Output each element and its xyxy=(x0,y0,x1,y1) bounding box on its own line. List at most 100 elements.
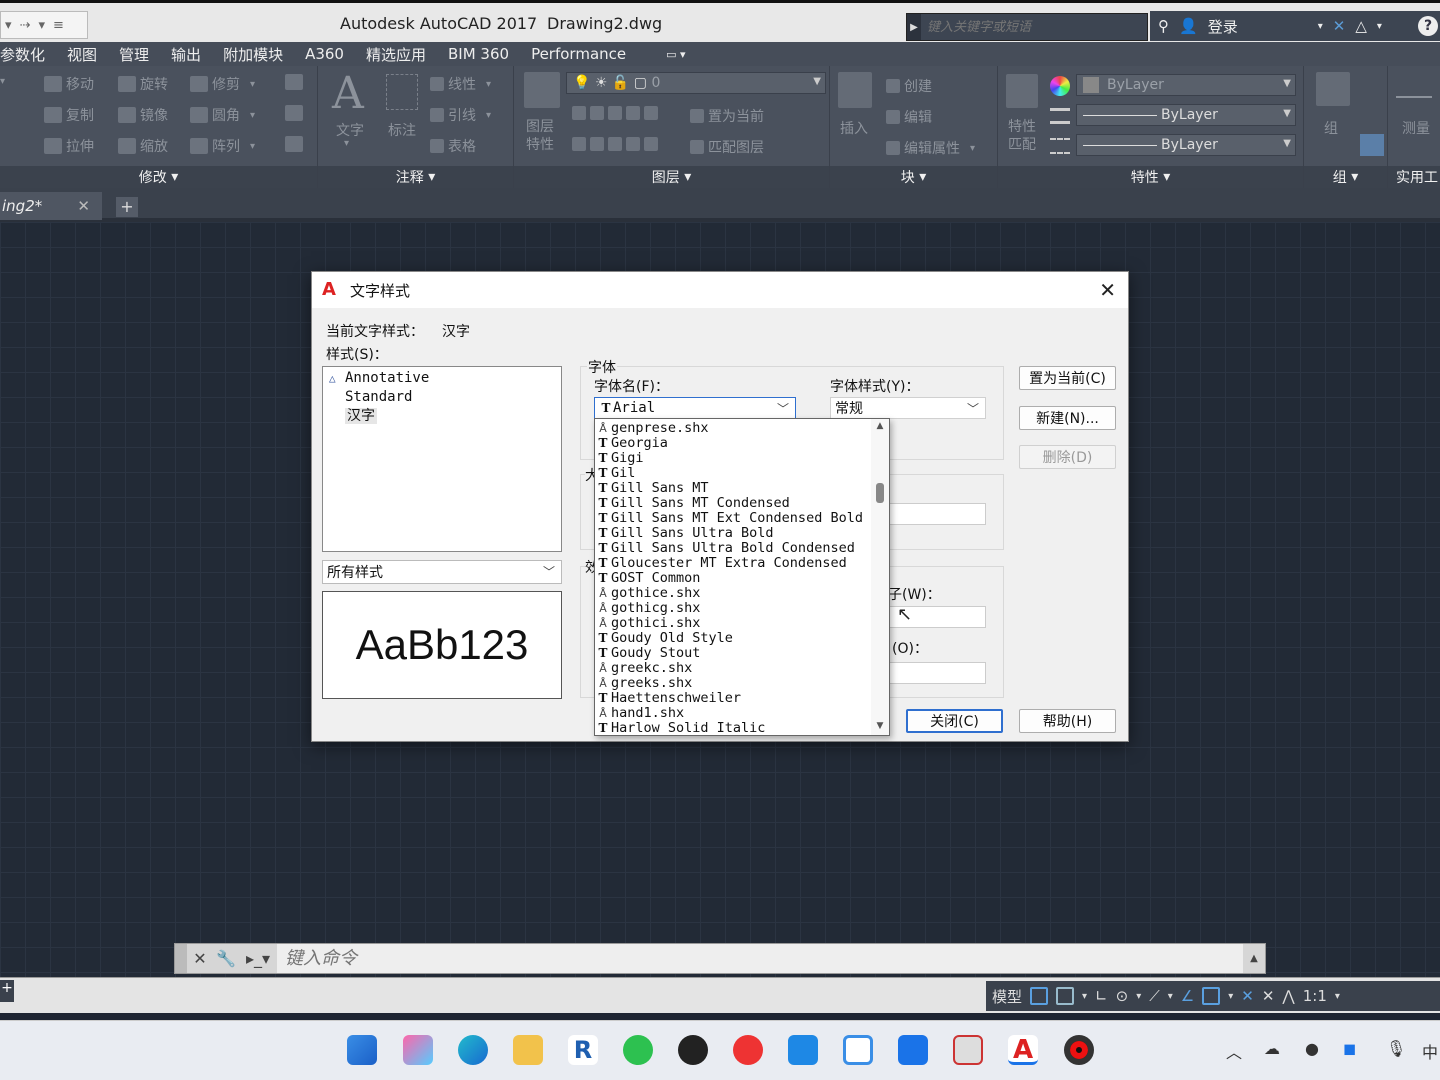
polar-icon[interactable]: ⊙ xyxy=(1116,987,1129,1005)
font-list-item[interactable]: T Gill Sans MT Ext Condensed Bold xyxy=(595,511,871,526)
set-current-button[interactable]: 置为当前(C) xyxy=(1019,366,1116,390)
array-button[interactable]: 阵列 ▾ xyxy=(190,136,255,156)
group-panel-title[interactable]: 组 ▾ xyxy=(1304,166,1387,188)
dialog-title-bar[interactable]: A 文字样式 ✕ xyxy=(312,272,1128,308)
annotation-scale-icon[interactable]: ⋀ xyxy=(1282,987,1294,1005)
start-icon[interactable] xyxy=(347,1035,377,1065)
font-list-item[interactable]: Ågothice.shx xyxy=(595,586,871,601)
font-list-item[interactable]: Åhand1.shx xyxy=(595,706,871,721)
modify-left-arrows[interactable]: ▾ xyxy=(0,76,5,87)
scale-button[interactable]: 缩放 xyxy=(118,136,168,156)
user-icon[interactable]: 👤 xyxy=(1179,17,1198,35)
offset-icon[interactable] xyxy=(285,136,303,152)
layer-tools-row1[interactable] xyxy=(572,106,658,120)
new-tab-button[interactable]: + xyxy=(116,197,138,217)
file-explorer-icon[interactable] xyxy=(513,1035,543,1065)
binoculars-icon[interactable]: ⚲ xyxy=(1158,17,1169,35)
font-list-item[interactable]: T Gill Sans MT Condensed xyxy=(595,496,871,511)
scale-dropdown-icon[interactable]: ▾ xyxy=(1335,991,1340,1002)
annotation-visibility-icon[interactable]: ✕ xyxy=(1241,987,1254,1005)
grid-icon[interactable] xyxy=(1030,987,1049,1005)
baidu-netdisk-icon[interactable] xyxy=(843,1035,873,1065)
insert-icon[interactable] xyxy=(838,72,872,108)
new-style-button[interactable]: 新建(N)... xyxy=(1019,406,1116,430)
linetype-dropdown[interactable]: ByLayer ▼ xyxy=(1076,104,1296,126)
layer-properties-icon[interactable] xyxy=(524,72,560,108)
command-input[interactable] xyxy=(277,944,1243,973)
font-list-item[interactable]: T Gill Sans Ultra Bold xyxy=(595,526,871,541)
copy-button[interactable]: 复制 xyxy=(44,105,94,125)
annotation-panel-title[interactable]: 注释 ▾ xyxy=(318,166,513,188)
wrench-icon[interactable]: 🔧 xyxy=(213,944,239,973)
explode-icon[interactable] xyxy=(285,105,303,121)
add-layout-icon[interactable]: + xyxy=(0,980,14,1002)
text-icon[interactable]: A xyxy=(332,68,364,119)
search-expand-icon[interactable]: ▶ xyxy=(907,14,921,40)
command-line-grip[interactable] xyxy=(175,944,187,973)
group-button-label[interactable]: 组 xyxy=(1324,118,1338,138)
polar-dropdown-icon[interactable]: ▾ xyxy=(1136,991,1141,1002)
style-list-item[interactable]: △ Annotative xyxy=(329,369,555,388)
redo-dropdown-icon[interactable]: ▾ xyxy=(38,18,45,33)
font-list-item[interactable]: T Goudy Old Style xyxy=(595,631,871,646)
measure-icon[interactable] xyxy=(1396,82,1432,98)
object-snap-dropdown-icon[interactable]: ▾ xyxy=(1228,991,1233,1002)
qq-tray-icon[interactable]: ● xyxy=(1305,1039,1319,1058)
edge-icon[interactable] xyxy=(458,1035,488,1065)
font-list-item[interactable]: Ågothicg.shx xyxy=(595,601,871,616)
ortho-icon[interactable]: ∟ xyxy=(1095,987,1108,1005)
login-link[interactable]: 登录 xyxy=(1208,16,1238,37)
match-properties-button[interactable]: 特性 匹配 xyxy=(1008,118,1036,154)
font-list-scrollbar[interactable]: ▲ ▼ xyxy=(871,419,889,735)
scroll-thumb[interactable] xyxy=(876,483,884,503)
scroll-up-icon[interactable]: ▲ xyxy=(871,421,889,431)
close-command-line-icon[interactable]: ✕ xyxy=(187,944,213,973)
fillet-button[interactable]: 圆角 ▾ xyxy=(190,105,255,125)
lineweight-dropdown[interactable]: ByLayer ▼ xyxy=(1076,134,1296,156)
ribbon-tab[interactable]: 精选应用 xyxy=(366,44,426,65)
color-dropdown[interactable]: ByLayer ▼ xyxy=(1076,74,1296,96)
feishu-icon[interactable] xyxy=(788,1035,818,1065)
recorder-icon[interactable] xyxy=(1064,1035,1094,1065)
layer-tools-row2[interactable] xyxy=(572,137,658,151)
command-history-icon[interactable]: ▲ xyxy=(1243,953,1265,964)
linear-button[interactable]: 线性 ▾ xyxy=(430,74,491,94)
snap-icon[interactable] xyxy=(1056,987,1075,1005)
block-panel-title[interactable]: 块 ▾ xyxy=(830,166,997,188)
tray-overflow-icon[interactable]: ︿ xyxy=(1226,1039,1242,1063)
microphone-icon[interactable]: 🎙 xyxy=(1386,1039,1406,1058)
edit-attributes-button[interactable]: 编辑属性 ▾ xyxy=(886,138,975,158)
edit-block-button[interactable]: 编辑 xyxy=(886,107,932,127)
isodraft-dropdown-icon[interactable]: ▾ xyxy=(1168,991,1173,1002)
login-dropdown-icon[interactable]: ▾ xyxy=(1318,21,1323,32)
font-list-item[interactable]: T Haettenschweiler xyxy=(595,691,871,706)
tool-app-icon[interactable] xyxy=(898,1035,928,1065)
ribbon-tab[interactable]: 附加模块 xyxy=(223,44,283,65)
font-style-select[interactable]: 常规 ﹀ xyxy=(830,397,986,419)
qq-icon[interactable] xyxy=(678,1035,708,1065)
table-button[interactable]: 表格 xyxy=(430,136,476,156)
layer-dropdown[interactable]: 💡 ☀ 🔓 ▢ 0 ▼ xyxy=(566,72,826,94)
color-wheel-icon[interactable] xyxy=(1050,76,1070,96)
font-list-item[interactable]: T Goudy Stout xyxy=(595,646,871,661)
ribbon-display-toggle-icon[interactable]: ▭ ▾ xyxy=(666,48,685,61)
lineweight-icon[interactable] xyxy=(1050,108,1070,124)
quick-access-toolbar[interactable]: ▾ ⇢ ▾ ≡ xyxy=(0,11,88,39)
help-icon[interactable]: ? xyxy=(1418,16,1438,36)
ribbon-tab[interactable]: 输出 xyxy=(171,44,201,65)
mirror-button[interactable]: 镜像 xyxy=(118,105,168,125)
close-tab-icon[interactable]: ✕ xyxy=(77,197,90,215)
height-field[interactable] xyxy=(882,503,986,525)
group-icon[interactable] xyxy=(1316,72,1350,106)
oblique-angle-field[interactable] xyxy=(882,662,986,684)
match-layer-button[interactable]: 匹配图层 xyxy=(690,137,764,157)
font-list-item[interactable]: T GOST Common xyxy=(595,571,871,586)
match-properties-icon[interactable] xyxy=(1006,74,1038,108)
netease-music-icon[interactable] xyxy=(733,1035,763,1065)
font-list-item[interactable]: Ågreeks.shx xyxy=(595,676,871,691)
onedrive-icon[interactable]: ☁ xyxy=(1264,1039,1280,1058)
close-icon[interactable]: ✕ xyxy=(1099,278,1116,302)
style-list-item[interactable]: 汉字 xyxy=(329,407,555,426)
font-dropdown-list[interactable]: Ågenprese.shx T Georgia T Gigi T Gil T Gill Sans… xyxy=(594,418,890,736)
layers-panel-title[interactable]: 图层 ▾ xyxy=(514,166,829,188)
